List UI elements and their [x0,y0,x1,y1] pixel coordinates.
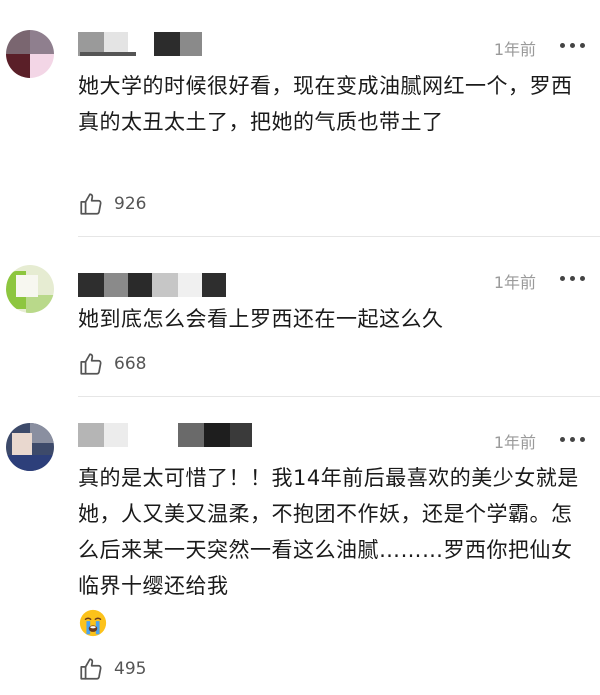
comment-time: 1年前 [493,40,536,59]
like-count: 926 [114,194,147,214]
comment-text: 她大学的时候很好看，现在变成油腻网红一个，罗西真的太丑太土了，把她的气质也带土了 [78,74,573,134]
like-button[interactable]: 668 [78,351,146,377]
like-count: 668 [114,354,147,374]
avatar[interactable] [6,265,54,313]
comment-item: 1年前 她到底怎么会看上罗西还在一起这么久 668 [0,237,600,396]
comment-text: 她到底怎么会看上罗西还在一起这么久 [78,307,444,331]
comment-item: 1年前 她大学的时候很好看，现在变成油腻网红一个，罗西真的太丑太土了，把她的气质… [0,0,600,236]
like-button[interactable]: 926 [78,191,146,217]
more-dots-icon[interactable] [560,43,586,51]
comment-time: 1年前 [493,433,536,452]
avatar[interactable] [6,30,54,78]
comment-text: 真的是太可惜了！！我14年前后最喜欢的美少女就是她，人又美又温柔，不抱团不作妖，… [78,460,586,640]
like-count: 495 [114,659,147,679]
username-redacted[interactable] [78,273,228,297]
avatar[interactable] [6,423,54,471]
username-redacted[interactable] [78,32,204,56]
comment-item: 1年前 真的是太可惜了！！我14年前后最喜欢的美少女就是她，人又美又温柔，不抱团… [0,397,600,695]
thumbs-up-icon [80,353,102,375]
more-dots-icon[interactable] [560,437,586,445]
comment-text-content: 真的是太可惜了！！我14年前后最喜欢的美少女就是她，人又美又温柔，不抱团不作妖，… [78,466,579,598]
thumbs-up-icon [80,658,102,680]
loudly-crying-face-emoji [79,609,107,637]
more-dots-icon[interactable] [560,276,586,284]
thumbs-up-icon [80,193,102,215]
username-redacted[interactable] [78,423,254,447]
like-button[interactable]: 495 [78,656,146,682]
comment-time: 1年前 [493,273,536,292]
